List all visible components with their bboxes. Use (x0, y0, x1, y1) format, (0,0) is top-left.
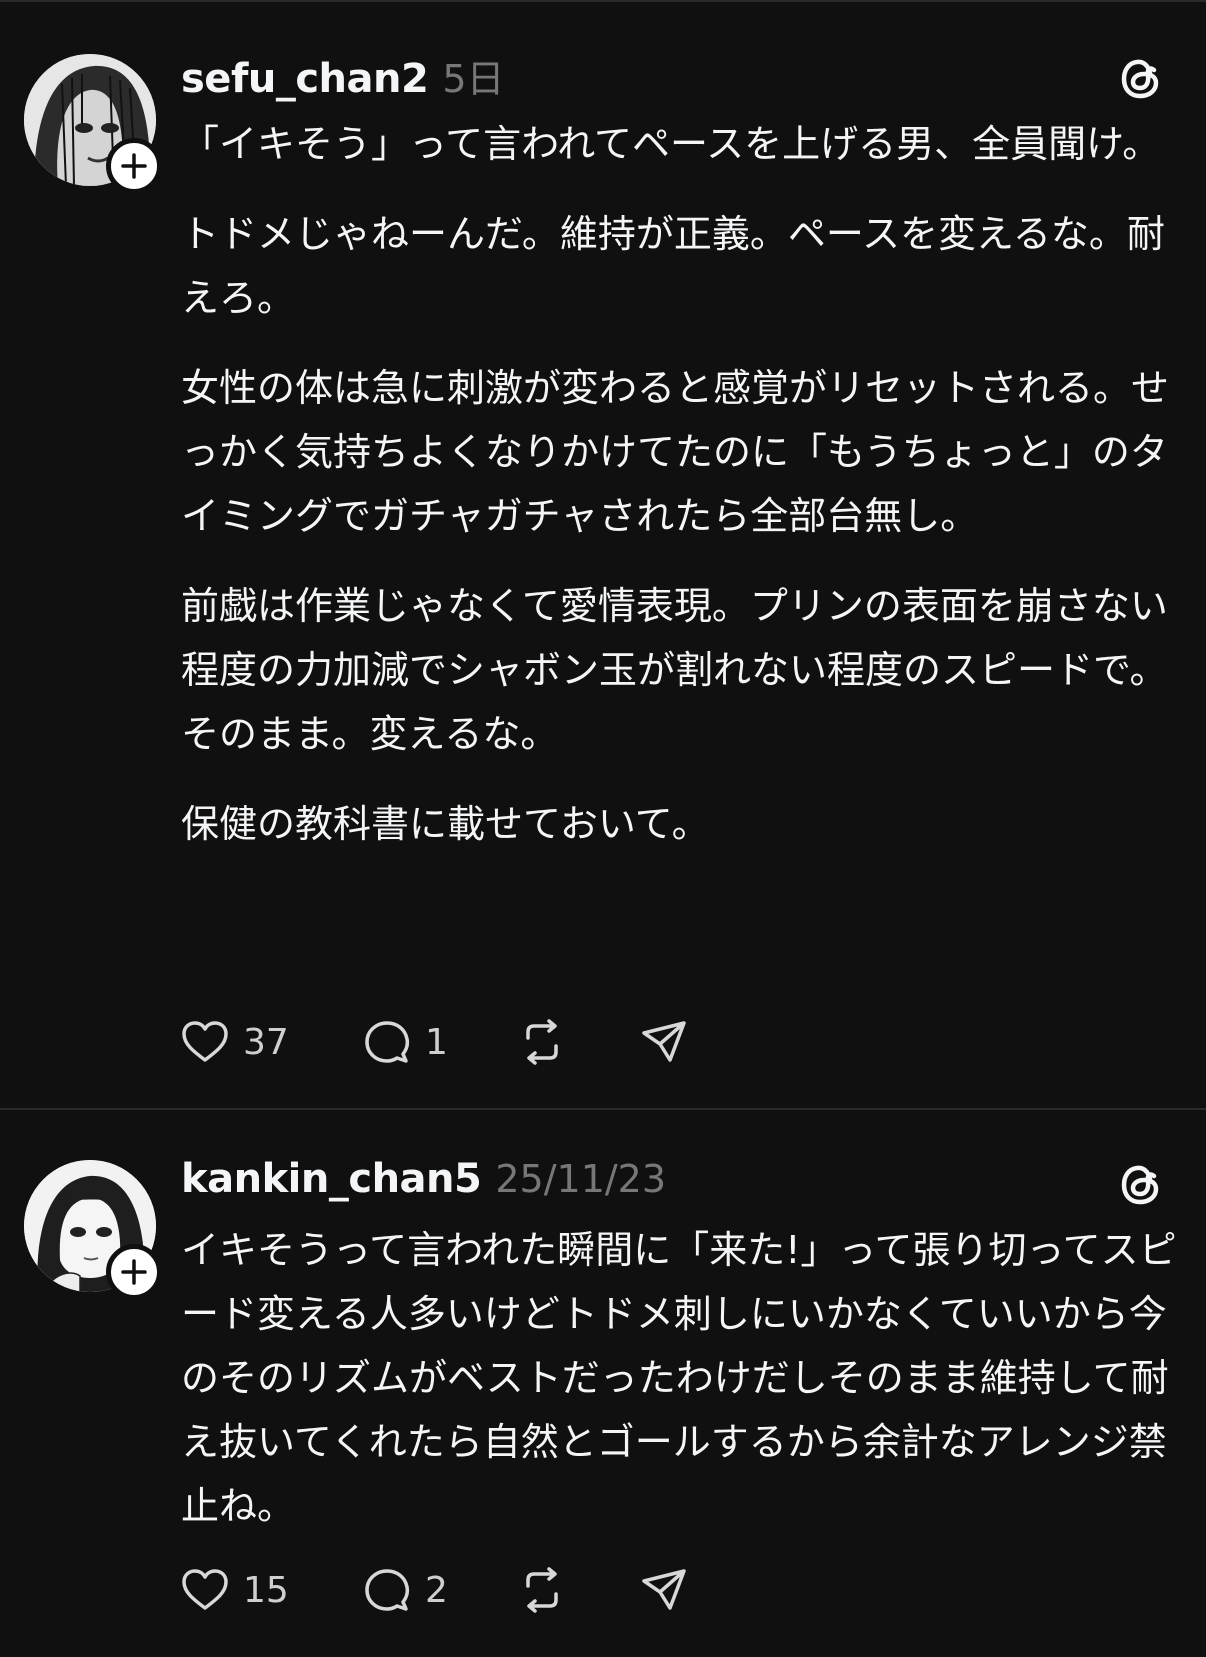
post-body: イキそうって言われた瞬間に「来た!」って張り切ってスピード変える人多いけどトドメ… (181, 1218, 1181, 1538)
plus-icon (121, 1259, 147, 1285)
timestamp[interactable]: 25/11/23 (495, 1157, 666, 1201)
post-body: 「イキそう」って言われてペースを上げる男、全員聞け。 トドメじゃねーんだ。維持が… (181, 112, 1181, 856)
post[interactable]: kankin_chan5 25/11/23 イキそうって言われた瞬間に「来た!」… (0, 1110, 1206, 1657)
like-count: 15 (243, 1569, 289, 1611)
threads-icon[interactable] (1116, 52, 1166, 102)
repost-button[interactable] (516, 1012, 638, 1072)
post-paragraph: 保健の教科書に載せておいて。 (181, 802, 710, 846)
repost-icon (526, 1567, 558, 1613)
post-paragraph: 前戯は作業じゃなくて愛情表現。プリンの表面を崩さない程度の力加減でシャボン玉が割… (181, 584, 1168, 756)
follow-button[interactable] (106, 1244, 162, 1300)
repost-icon (526, 1019, 558, 1065)
action-bar: 15 2 (179, 1560, 690, 1620)
heart-icon (182, 1021, 228, 1062)
threads-icon[interactable] (1116, 1158, 1166, 1208)
post-paragraph: 「イキそう」って言われてペースを上げる男、全員聞け。 (181, 122, 1161, 166)
like-button[interactable]: 37 (179, 1012, 361, 1072)
reply-count: 1 (425, 1021, 448, 1063)
share-icon (642, 1021, 686, 1062)
post-paragraph: イキそうって言われた瞬間に「来た!」って張り切ってスピード変える人多いけどトドメ… (181, 1228, 1177, 1528)
share-button[interactable] (638, 1012, 690, 1072)
follow-button[interactable] (106, 138, 162, 194)
avatar-container[interactable] (24, 1160, 162, 1300)
repost-button[interactable] (516, 1560, 638, 1620)
share-button[interactable] (638, 1560, 690, 1620)
like-count: 37 (243, 1021, 289, 1063)
reply-count: 2 (425, 1569, 448, 1611)
reply-button[interactable]: 1 (361, 1012, 516, 1072)
comment-icon (365, 1021, 410, 1063)
comment-icon (365, 1569, 410, 1611)
like-button[interactable]: 15 (179, 1560, 361, 1620)
post-header: kankin_chan5 25/11/23 (181, 1156, 666, 1202)
post-paragraph: トドメじゃねーんだ。維持が正義。ペースを変えるな。耐えろ。 (181, 212, 1165, 320)
post[interactable]: sefu_chan2 5日 「イキそう」って言われてペースを上げる男、全員聞け。… (0, 0, 1206, 1108)
share-icon (642, 1569, 686, 1610)
heart-icon (182, 1569, 228, 1610)
post-header: sefu_chan2 5日 (181, 48, 505, 103)
post-paragraph: 女性の体は急に刺激が変わると感覚がリセットされる。せっかく気持ちよくなりかけてた… (181, 366, 1170, 538)
reply-button[interactable]: 2 (361, 1560, 516, 1620)
avatar-container[interactable] (24, 54, 162, 194)
timestamp[interactable]: 5日 (442, 48, 504, 103)
action-bar: 37 1 (179, 1012, 690, 1072)
username[interactable]: kankin_chan5 (181, 1156, 482, 1202)
plus-icon (121, 153, 147, 179)
username[interactable]: sefu_chan2 (181, 56, 429, 102)
